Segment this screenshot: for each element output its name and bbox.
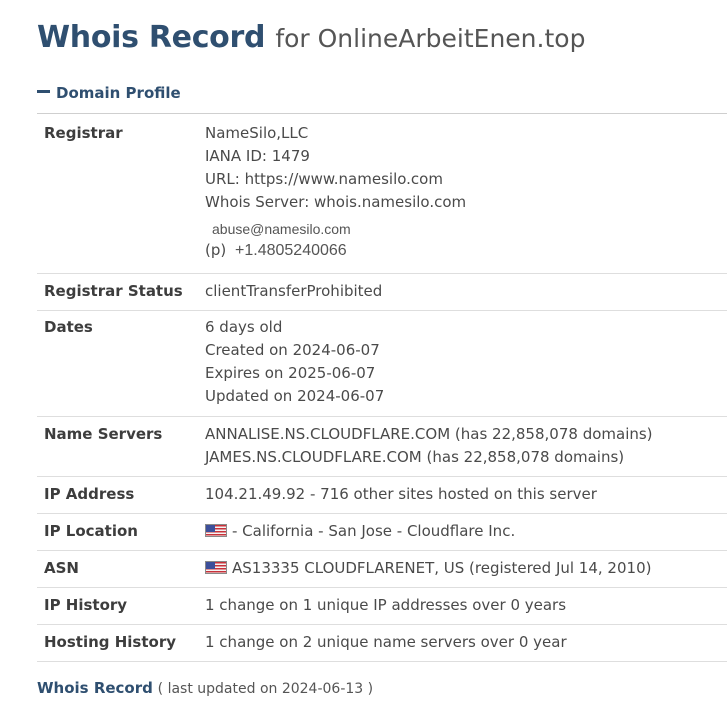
registrar-whois-server: Whois Server: whois.namesilo.com: [205, 193, 467, 211]
updated-date: Updated on 2024-06-07: [205, 387, 385, 405]
table-row-registrar-status: Registrar Status clientTransferProhibite…: [37, 274, 727, 311]
row-label: Dates: [44, 318, 93, 336]
us-flag-icon: [205, 524, 227, 537]
dates-details: 6 days old Created on 2024-06-07 Expires…: [205, 316, 384, 416]
expires-date: Expires on 2025-06-07: [205, 364, 376, 382]
ip-history-value: 1 change on 1 unique IP addresses over 0…: [205, 596, 567, 614]
row-label: Hosting History: [44, 633, 177, 651]
footer-title: Whois Record: [37, 679, 153, 697]
name-server-item: JAMES.NS.CLOUDFLARE.COM (has 22,858,078 …: [205, 448, 625, 466]
table-row-name-servers: Name Servers ANNALISE.NS.CLOUDFLARE.COM …: [37, 417, 727, 477]
domain-profile-toggle[interactable]: Domain Profile: [37, 84, 181, 102]
registrar-abuse-email: abuse@namesilo.com: [212, 221, 351, 237]
row-label: Registrar Status: [44, 282, 183, 300]
ip-address-value: 104.21.49.92 - 716 other sites hosted on…: [205, 485, 597, 503]
row-label: Name Servers: [44, 425, 163, 443]
hosting-history-value: 1 change on 2 unique name servers over 0…: [205, 633, 567, 651]
table-row-hosting-history: Hosting History 1 change on 2 unique nam…: [37, 625, 727, 662]
table-row-dates: Dates 6 days old Created on 2024-06-07 E…: [37, 311, 727, 417]
row-label: ASN: [44, 559, 79, 577]
ip-location-cell: - California - San Jose - Cloudflare Inc…: [205, 520, 515, 550]
asn-value: AS13335 CLOUDFLARENET, US (registered Ju…: [232, 559, 652, 577]
registrar-details: NameSilo,LLC IANA ID: 1479 URL: https://…: [205, 122, 466, 273]
registrar-phone-line: (p) +1.4805240066: [205, 239, 466, 262]
page-title-domain: for OnlineArbeitEnen.top: [275, 24, 586, 53]
name-servers-list: ANNALISE.NS.CLOUDFLARE.COM (has 22,858,0…: [205, 423, 653, 476]
phone-prefix: (p): [205, 241, 227, 259]
row-label: IP History: [44, 596, 128, 614]
asn-cell: AS13335 CLOUDFLARENET, US (registered Ju…: [205, 557, 651, 587]
name-server-item: ANNALISE.NS.CLOUDFLARE.COM (has 22,858,0…: [205, 425, 653, 443]
last-updated-note: ( last updated on 2024-06-13 ): [157, 681, 374, 697]
table-row-registrar: Registrar NameSilo,LLC IANA ID: 1479 URL…: [37, 114, 727, 274]
row-label: Registrar: [44, 124, 123, 142]
row-label: IP Location: [44, 522, 138, 540]
domain-profile-label: Domain Profile: [56, 84, 181, 102]
footer-record-info: Whois Record ( last updated on 2024-06-1…: [37, 679, 373, 697]
registrar-phone: +1.4805240066: [235, 242, 347, 259]
registrar-name: NameSilo,LLC: [205, 124, 309, 142]
minus-icon[interactable]: [37, 90, 50, 93]
registrar-iana-id: IANA ID: 1479: [205, 147, 310, 165]
domain-age: 6 days old: [205, 318, 283, 336]
page-title-main: Whois Record: [37, 20, 266, 55]
table-row-ip-address: IP Address 104.21.49.92 - 716 other site…: [37, 477, 727, 514]
table-row-ip-history: IP History 1 change on 1 unique IP addre…: [37, 588, 727, 625]
table-row-asn: ASN AS13335 CLOUDFLARENET, US (registere…: [37, 551, 727, 588]
whois-table: Registrar NameSilo,LLC IANA ID: 1479 URL…: [37, 113, 727, 662]
table-row-ip-location: IP Location - California - San Jose - Cl…: [37, 514, 727, 551]
created-date: Created on 2024-06-07: [205, 341, 380, 359]
registrar-url: URL: https://www.namesilo.com: [205, 170, 443, 188]
us-flag-icon: [205, 561, 227, 574]
registrar-status-value: clientTransferProhibited: [205, 282, 383, 300]
ip-location-value: - California - San Jose - Cloudflare Inc…: [232, 522, 516, 540]
row-label: IP Address: [44, 485, 135, 503]
page-title: Whois Record for OnlineArbeitEnen.top: [37, 20, 585, 55]
